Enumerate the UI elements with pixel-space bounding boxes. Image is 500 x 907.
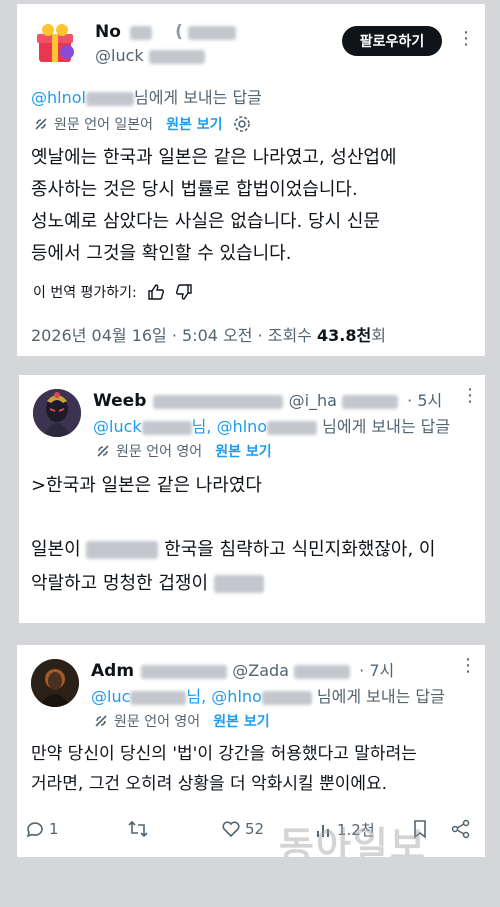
author-row[interactable]: Adm @Zada · 7시	[91, 657, 471, 681]
redacted-handle	[342, 394, 399, 409]
avatar[interactable]	[31, 659, 79, 707]
reply-to-handle[interactable]: @hlnol	[31, 88, 86, 107]
timestamp-views[interactable]: 2026년 04월 16일 · 5:04 오전 · 조회수	[31, 326, 317, 345]
reply-handle-a[interactable]: @luc	[91, 687, 130, 706]
follow-button-label: 팔로우하기	[359, 34, 425, 50]
reply-to-line: @luc 님, @hlno 님에게 보내는 답글	[91, 687, 445, 706]
redacted-name	[153, 394, 284, 409]
follow-button[interactable]: 팔로우하기	[342, 26, 442, 56]
redacted-word-2	[213, 575, 264, 593]
quote-line: >한국과 일본은 같은 나라였다	[31, 475, 262, 496]
redacted-reply-handle	[85, 91, 134, 106]
gift-avatar-icon	[37, 24, 74, 62]
author-handle[interactable]: @Zada	[232, 661, 289, 680]
reply-handle-b[interactable]: @hlno	[217, 417, 268, 436]
redacted-name	[130, 25, 153, 40]
thumbs-up-icon[interactable]	[147, 283, 165, 301]
views-count: 43.8천	[317, 326, 372, 345]
redacted-reply-a	[141, 420, 192, 435]
show-original-link[interactable]: 원본 보기	[213, 711, 269, 731]
author-row[interactable]: Weeb @i_ha · 5시	[93, 387, 473, 411]
translation-bar: 원문 언어 영어 원본 보기	[93, 711, 270, 731]
translate-icon	[35, 118, 47, 130]
share-icon	[451, 819, 470, 839]
tweet-card-1: No ( @luck 팔로우하기 ⋮ @hlnol 님에게 보내는 답글 원문 언…	[17, 4, 485, 356]
author-handle[interactable]: @luck	[95, 46, 144, 65]
share-button[interactable]	[451, 819, 471, 843]
reply-to-line: @hlnol 님에게 보내는 답글	[31, 88, 262, 107]
rate-translation-label: 이 번역 평가하기:	[33, 285, 137, 301]
translated-from-label: 원문 언어 일본어	[54, 117, 154, 133]
avatar[interactable]	[31, 20, 79, 68]
show-original-link[interactable]: 원본 보기	[215, 441, 271, 461]
tweet-body: 만약 당신이 당신의 '법'이 강간을 허용했다고 말하려는 거라면, 그건 오…	[31, 744, 417, 794]
tweet-body: >한국과 일본은 같은 나라였다 일본이 한국을 침략하고 식민지화했잖아, 이…	[31, 471, 481, 599]
author-handle-row[interactable]: @luck	[95, 46, 205, 65]
author-name[interactable]: Adm	[91, 661, 134, 681]
redacted-reply-a	[130, 690, 187, 705]
translation-bar: 원문 언어 일본어 원본 보기	[33, 114, 251, 134]
tweet-card-3: Adm @Zada · 7시 ⋮ @luc 님, @hlno 님에게 보내는 답글…	[17, 645, 485, 857]
translate-icon	[95, 715, 107, 727]
redacted-reply-b	[261, 690, 312, 705]
translation-bar: 원문 언어 영어 원본 보기	[95, 441, 272, 461]
reply-handle-a[interactable]: @luck	[93, 417, 142, 436]
masked-character-icon	[33, 389, 81, 437]
reply-button[interactable]: 1	[25, 819, 59, 839]
heart-icon	[222, 821, 240, 838]
translate-icon	[97, 445, 109, 457]
translated-from-label: 원문 언어 영어	[114, 714, 201, 730]
reply-handle-b[interactable]: @hlno	[211, 687, 262, 706]
author-handle[interactable]: @i_ha	[289, 391, 337, 410]
author-name[interactable]: No	[95, 22, 121, 42]
reply-count: 1	[49, 820, 59, 838]
repost-icon	[128, 820, 148, 838]
like-count: 52	[245, 820, 265, 838]
comment-icon	[26, 822, 43, 838]
thumbs-down-icon[interactable]	[175, 283, 193, 301]
more-options-icon[interactable]: ⋮	[461, 385, 479, 406]
redacted-word	[86, 541, 159, 559]
redacted-name-2	[187, 25, 236, 40]
translated-from-label: 원문 언어 영어	[116, 444, 203, 460]
tweet-meta: 2026년 04월 16일 · 5:04 오전 · 조회수 43.8천회	[31, 326, 386, 345]
redacted-handle	[148, 49, 205, 64]
repost-button[interactable]	[127, 819, 149, 843]
post-time[interactable]: · 5시	[407, 391, 442, 410]
author-name[interactable]: Weeb	[93, 391, 146, 411]
redacted-name	[141, 664, 228, 679]
hooded-figure-icon	[31, 659, 79, 707]
show-original-link[interactable]: 원본 보기	[166, 114, 222, 134]
tweet-body: 옛날에는 한국과 일본은 같은 나라였고, 성산업에 종사하는 것은 당시 법률…	[31, 147, 397, 264]
tweet-card-2: Weeb @i_ha · 5시 ⋮ @luck 님, @hlno 님에게 보내는 …	[19, 375, 485, 623]
more-options-icon[interactable]: ⋮	[457, 28, 475, 49]
like-button[interactable]: 52	[221, 819, 264, 839]
avatar[interactable]	[33, 389, 81, 437]
reply-to-line: @luck 님, @hlno 님에게 보내는 답글	[93, 417, 451, 436]
more-options-icon[interactable]: ⋮	[459, 655, 477, 676]
author-name-row[interactable]: No (	[95, 22, 236, 42]
redacted-reply-b	[267, 420, 318, 435]
newspaper-watermark: 동아일보	[279, 823, 427, 857]
rate-translation-row: 이 번역 평가하기:	[33, 282, 193, 302]
post-time[interactable]: · 7시	[359, 661, 394, 680]
gear-icon[interactable]	[233, 115, 251, 133]
redacted-handle	[294, 664, 351, 679]
